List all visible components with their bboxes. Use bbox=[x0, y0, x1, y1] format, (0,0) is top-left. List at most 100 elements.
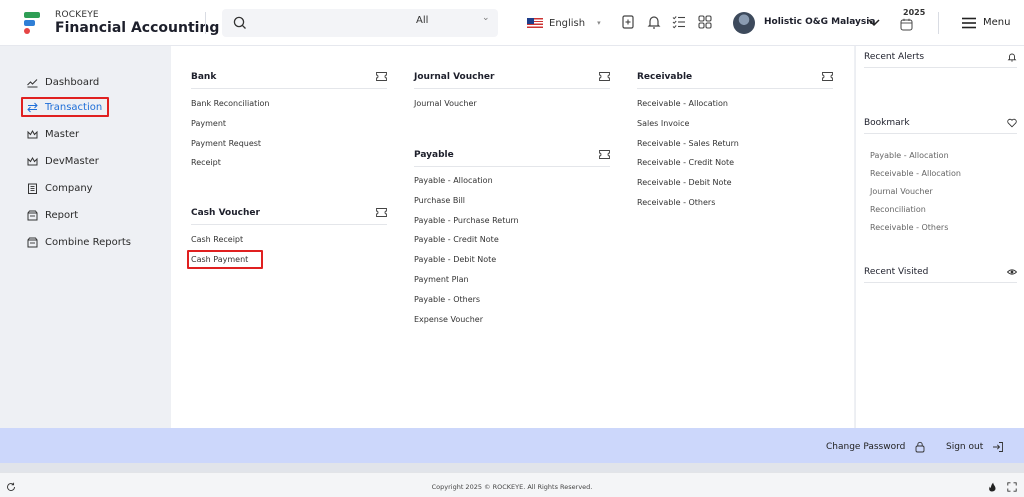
bookmark-title: Bookmark bbox=[864, 117, 910, 128]
bookmark-item[interactable]: Receivable - Allocation bbox=[870, 169, 961, 178]
section-header-receivable: Receivable bbox=[637, 71, 833, 89]
bookmark-item[interactable]: Reconciliation bbox=[870, 205, 926, 214]
heart-icon[interactable] bbox=[1007, 118, 1017, 128]
bookmark-item[interactable]: Journal Voucher bbox=[870, 187, 933, 196]
section-title: Bank bbox=[191, 71, 217, 82]
bookmark-item[interactable]: Receivable - Others bbox=[870, 223, 948, 232]
language-label: English bbox=[549, 17, 586, 29]
link-receivable-allocation[interactable]: Receivable - Allocation bbox=[637, 99, 728, 108]
link-sales-invoice[interactable]: Sales Invoice bbox=[637, 119, 689, 128]
bottom-bar: Copyright 2025 © ROCKEYE. All Rights Res… bbox=[0, 472, 1024, 497]
sign-out-button[interactable]: Sign out bbox=[946, 440, 1004, 454]
link-payable-credit-note[interactable]: Payable - Credit Note bbox=[414, 235, 499, 244]
link-cash-payment[interactable]: Cash Payment bbox=[191, 255, 248, 264]
sidebar-item-transaction[interactable]: Transaction bbox=[27, 98, 102, 116]
section-header-bank: Bank bbox=[191, 71, 387, 89]
bookmark-item[interactable]: Payable - Allocation bbox=[870, 151, 949, 160]
change-password-button[interactable]: Change Password bbox=[826, 440, 926, 454]
avatar[interactable] bbox=[733, 12, 755, 34]
section-title: Payable bbox=[414, 149, 454, 160]
link-expense-voucher[interactable]: Expense Voucher bbox=[414, 315, 483, 324]
brand-subtitle: ROCKEYE bbox=[55, 10, 99, 20]
link-payment-request[interactable]: Payment Request bbox=[191, 139, 261, 148]
chevron-down-icon[interactable] bbox=[867, 15, 881, 29]
link-receivable-debit-note[interactable]: Receivable - Debit Note bbox=[637, 178, 732, 187]
link-purchase-bill[interactable]: Purchase Bill bbox=[414, 196, 465, 205]
search-bar[interactable] bbox=[222, 9, 498, 37]
top-bar: ROCKEYE Financial Accounting All ⌄ Engli… bbox=[0, 0, 1024, 46]
app-title: Financial Accounting bbox=[55, 20, 220, 36]
hamburger-menu-icon[interactable] bbox=[961, 17, 977, 29]
link-cash-receipt[interactable]: Cash Receipt bbox=[191, 235, 243, 244]
sidebar-item-label: Master bbox=[45, 128, 80, 140]
copyright-text: Copyright 2025 © ROCKEYE. All Rights Res… bbox=[431, 483, 593, 491]
bookmark-header: Bookmark bbox=[864, 116, 1017, 134]
sign-out-icon bbox=[993, 442, 1004, 452]
sidebar-item-label: Dashboard bbox=[45, 76, 100, 88]
ticket-icon[interactable] bbox=[376, 72, 387, 81]
footer-bar: Change Password Sign out bbox=[0, 428, 1024, 463]
link-journal-voucher[interactable]: Journal Voucher bbox=[414, 99, 477, 108]
sidebar-item-devmaster[interactable]: DevMaster bbox=[27, 152, 99, 170]
menu-button[interactable]: Menu bbox=[983, 17, 1010, 28]
arrows-exchange-icon bbox=[27, 102, 38, 112]
report-icon bbox=[27, 210, 38, 220]
section-header-payable: Payable bbox=[414, 149, 610, 167]
scrollbar-track[interactable] bbox=[0, 463, 1024, 472]
section-title: Cash Voucher bbox=[191, 207, 260, 218]
bell-icon[interactable] bbox=[646, 14, 662, 30]
language-select[interactable]: English ▾ bbox=[527, 14, 601, 32]
link-receivable-credit-note[interactable]: Receivable - Credit Note bbox=[637, 158, 734, 167]
link-payable-allocation[interactable]: Payable - Allocation bbox=[414, 176, 493, 185]
search-input[interactable] bbox=[258, 13, 408, 33]
fiscal-year-label: 2025 bbox=[903, 8, 926, 17]
sidebar-item-report[interactable]: Report bbox=[27, 206, 78, 224]
chart-line-icon bbox=[27, 78, 38, 87]
link-payable-purchase-return[interactable]: Payable - Purchase Return bbox=[414, 216, 519, 225]
fullscreen-icon[interactable] bbox=[1007, 482, 1017, 492]
section-title: Receivable bbox=[637, 71, 693, 82]
sidebar-item-dashboard[interactable]: Dashboard bbox=[27, 73, 99, 91]
recent-alerts-header: Recent Alerts bbox=[864, 50, 1017, 68]
apps-grid-icon[interactable] bbox=[697, 14, 713, 30]
change-password-label: Change Password bbox=[826, 442, 906, 452]
bookmark-add-icon[interactable] bbox=[620, 14, 636, 30]
ticket-icon[interactable] bbox=[376, 208, 387, 217]
flame-icon[interactable] bbox=[987, 482, 997, 492]
calendar-icon[interactable] bbox=[900, 18, 913, 31]
link-payment[interactable]: Payment bbox=[191, 119, 226, 128]
organization-name[interactable]: Holistic O&G Malaysia bbox=[764, 17, 875, 27]
ticket-icon[interactable] bbox=[599, 150, 610, 159]
right-panel: Recent Alerts Bookmark Payable - Allocat… bbox=[855, 46, 1024, 428]
section-title: Journal Voucher bbox=[414, 71, 495, 82]
link-receivable-others[interactable]: Receivable - Others bbox=[637, 198, 715, 207]
report-icon bbox=[27, 237, 38, 247]
sidebar-item-master[interactable]: Master bbox=[27, 125, 79, 143]
sidebar-item-combine-reports[interactable]: Combine Reports bbox=[27, 233, 131, 251]
crown-icon bbox=[27, 129, 38, 138]
ticket-icon[interactable] bbox=[822, 72, 833, 81]
sidebar-item-label: Transaction bbox=[45, 101, 103, 113]
transaction-menu-panel: Bank Bank Reconciliation Payment Payment… bbox=[171, 46, 854, 428]
link-receivable-sales-return[interactable]: Receivable - Sales Return bbox=[637, 139, 739, 148]
link-payable-debit-note[interactable]: Payable - Debit Note bbox=[414, 255, 496, 264]
bell-icon[interactable] bbox=[1007, 52, 1017, 62]
chevron-down-icon[interactable]: ⌄ bbox=[482, 13, 490, 23]
search-scope-select[interactable]: All bbox=[416, 15, 428, 26]
sidebar-item-company[interactable]: Company bbox=[27, 179, 93, 197]
recent-visited-header: Recent Visited bbox=[864, 265, 1017, 283]
sidebar-item-label: DevMaster bbox=[45, 155, 99, 167]
divider bbox=[205, 12, 206, 34]
link-bank-reconciliation[interactable]: Bank Reconciliation bbox=[191, 99, 269, 108]
sign-out-label: Sign out bbox=[946, 442, 984, 452]
eye-icon[interactable] bbox=[1007, 267, 1017, 277]
link-payment-plan[interactable]: Payment Plan bbox=[414, 275, 469, 284]
ticket-icon[interactable] bbox=[599, 72, 610, 81]
divider bbox=[938, 12, 939, 34]
link-payable-others[interactable]: Payable - Others bbox=[414, 295, 480, 304]
checklist-icon[interactable] bbox=[671, 14, 687, 30]
link-receipt[interactable]: Receipt bbox=[191, 158, 221, 167]
search-icon[interactable] bbox=[232, 15, 248, 31]
sidebar-item-label: Company bbox=[45, 182, 93, 194]
recent-alerts-title: Recent Alerts bbox=[864, 51, 925, 62]
